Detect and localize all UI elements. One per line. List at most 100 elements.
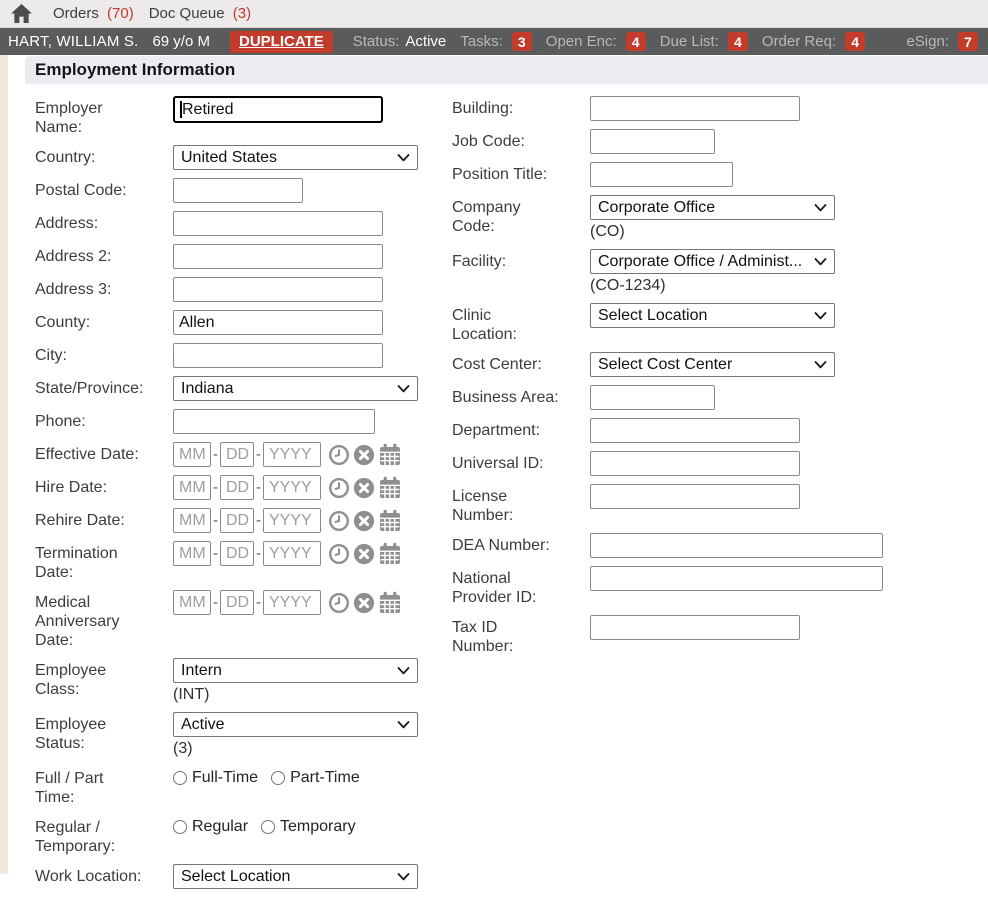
counter-badge[interactable]: 3 [512,32,532,51]
regular-temporary-radio-temporary[interactable]: Temporary [261,818,356,836]
field-row-rehire-date: Rehire Date:MM-DD-YYYY [35,508,452,533]
clock-icon[interactable] [328,510,350,532]
radio-circle-icon[interactable] [261,820,275,834]
top-nav-bar: Orders (70) Doc Queue (3) [0,0,988,28]
employee-status-control: Active(3) [173,712,418,758]
counter-badge[interactable]: 4 [626,32,646,51]
calendar-icon[interactable] [378,476,402,499]
nav-link-count: (3) [233,5,251,22]
counter-badge[interactable]: 7 [958,32,978,51]
clinic-location-label: Clinic Location: [452,303,590,344]
termination-date-dd-input[interactable]: DD [220,541,254,566]
nav-link-orders[interactable]: Orders (70) [53,5,134,22]
clock-icon[interactable] [328,592,350,614]
chevron-down-icon [397,667,410,675]
state-province-select[interactable]: Indiana [173,376,418,401]
radio-circle-icon[interactable] [173,820,187,834]
clear-icon[interactable] [353,477,375,499]
medical-anniversary-date-yyyy-input[interactable]: YYYY [263,590,321,615]
hire-date-yyyy-input[interactable]: YYYY [263,475,321,500]
full-part-time-radio-full-time[interactable]: Full-Time [173,769,258,787]
address-input[interactable] [173,211,383,236]
clear-icon[interactable] [353,543,375,565]
counter-badge[interactable]: 4 [728,32,748,51]
clinic-location-select[interactable]: Select Location [590,303,835,328]
employee-class-control: Intern(INT) [173,658,418,704]
counter-openenc[interactable]: Open Enc:4 [546,32,646,51]
national-provider-id-control [590,566,883,607]
address-3-input[interactable] [173,277,383,302]
work-location-select[interactable]: Select Location [173,864,418,889]
effective-date-mm-input[interactable]: MM [173,442,211,467]
field-row-effective-date: Effective Date:MM-DD-YYYY [35,442,452,467]
address-label: Address: [35,211,173,236]
effective-date-yyyy-input[interactable]: YYYY [263,442,321,467]
dea-number-input[interactable] [590,533,883,558]
calendar-icon[interactable] [378,443,402,466]
county-input[interactable]: Allen [173,310,383,335]
national-provider-id-input[interactable] [590,566,883,591]
employee-class-select[interactable]: Intern [173,658,418,683]
employer-name-input[interactable]: Retired [173,96,383,123]
duplicate-button[interactable]: DUPLICATE [230,31,333,53]
counter-duelist[interactable]: Due List:4 [660,32,748,51]
calendar-icon[interactable] [378,591,402,614]
home-button[interactable] [10,3,33,24]
radio-circle-icon[interactable] [173,771,187,785]
country-select[interactable]: United States [173,145,418,170]
full-part-time-radio-group: Full-Time Part-Time [173,766,360,787]
radio-label: Temporary [280,818,356,836]
position-title-input[interactable] [590,162,733,187]
company-code-select[interactable]: Corporate Office [590,195,835,220]
employee-class-selected-value: Intern [181,662,222,680]
medical-anniversary-date-mm-input[interactable]: MM [173,590,211,615]
city-input[interactable] [173,343,383,368]
rehire-date-mm-input[interactable]: MM [173,508,211,533]
employee-class-label: Employee Class: [35,658,173,704]
calendar-icon[interactable] [378,509,402,532]
department-input[interactable] [590,418,800,443]
medical-anniversary-date-dd-input[interactable]: DD [220,590,254,615]
counter-badge[interactable]: 4 [845,32,865,51]
counter-orderreq[interactable]: Order Req:4 [762,32,865,51]
job-code-input[interactable] [590,129,715,154]
facility-select[interactable]: Corporate Office / Administ... [590,249,835,274]
rehire-date-date-picker: MM-DD-YYYY [173,508,402,533]
hire-date-mm-input[interactable]: MM [173,475,211,500]
clock-icon[interactable] [328,543,350,565]
radio-circle-icon[interactable] [271,771,285,785]
country-label: Country: [35,145,173,170]
full-part-time-radio-part-time[interactable]: Part-Time [271,769,360,787]
clock-icon[interactable] [328,444,350,466]
phone-input[interactable] [173,409,375,434]
counter-tasks[interactable]: Tasks:3 [460,32,532,51]
termination-date-mm-input[interactable]: MM [173,541,211,566]
rehire-date-dd-input[interactable]: DD [220,508,254,533]
employee-status-select[interactable]: Active [173,712,418,737]
license-number-input[interactable] [590,484,800,509]
building-input[interactable] [590,96,800,121]
clear-icon[interactable] [353,510,375,532]
field-row-cost-center: Cost Center:Select Cost Center [452,352,988,377]
business-area-input[interactable] [590,385,715,410]
rehire-date-yyyy-input[interactable]: YYYY [263,508,321,533]
counter-esign[interactable]: eSign:7 [906,32,978,51]
field-row-employer-name: Employer Name:Retired [35,96,452,137]
termination-date-yyyy-input[interactable]: YYYY [263,541,321,566]
building-control [590,96,800,121]
regular-temporary-radio-regular[interactable]: Regular [173,818,248,836]
clock-icon[interactable] [328,477,350,499]
universal-id-input[interactable] [590,451,800,476]
hire-date-dd-input[interactable]: DD [220,475,254,500]
rehire-date-label: Rehire Date: [35,508,173,533]
address-2-input[interactable] [173,244,383,269]
nav-link-doc-queue[interactable]: Doc Queue (3) [149,5,251,22]
cost-center-select[interactable]: Select Cost Center [590,352,835,377]
tax-id-number-input[interactable] [590,615,800,640]
clear-icon[interactable] [353,592,375,614]
postal-code-input[interactable] [173,178,303,203]
job-code-label: Job Code: [452,129,590,154]
clear-icon[interactable] [353,444,375,466]
effective-date-dd-input[interactable]: DD [220,442,254,467]
calendar-icon[interactable] [378,542,402,565]
